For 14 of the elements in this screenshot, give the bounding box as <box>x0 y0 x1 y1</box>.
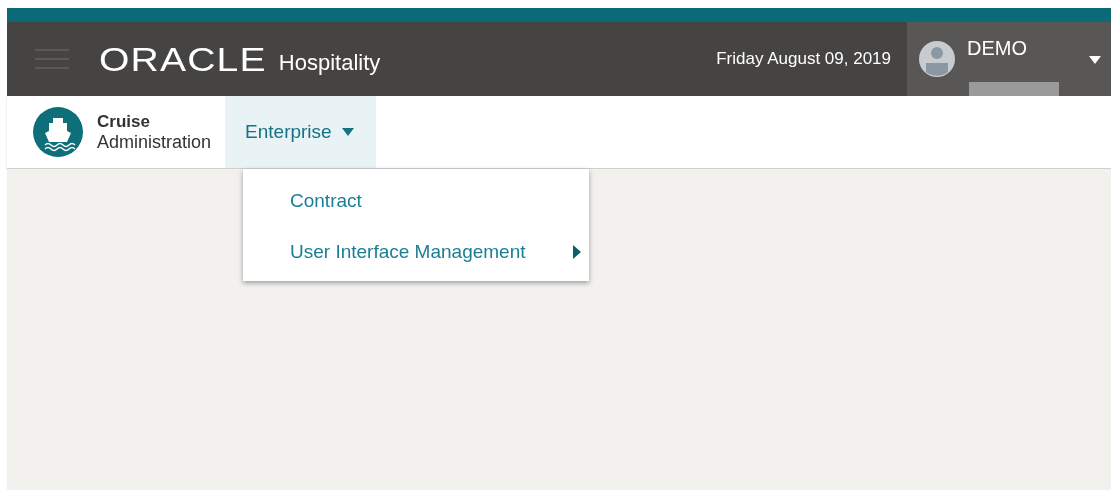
app-subtitle: Administration <box>97 131 212 153</box>
menu-item[interactable]: User Interface Management <box>243 226 589 277</box>
caret-icon <box>341 128 354 136</box>
nav-tab[interactable]: Enterprise <box>225 96 376 168</box>
user-menu[interactable]: DEMO <box>907 22 1111 96</box>
user-name: DEMO <box>967 36 1027 60</box>
product-name: Hospitality <box>278 50 381 76</box>
avatar-icon <box>919 41 955 77</box>
menu-item[interactable]: Contract <box>243 175 589 226</box>
current-date: Friday August 09, 2019 <box>716 49 891 69</box>
caret-icon <box>1089 56 1101 64</box>
ship-icon <box>33 107 83 157</box>
app-title: Cruise <box>97 111 151 132</box>
brand-logo: ORACLE <box>99 39 267 79</box>
